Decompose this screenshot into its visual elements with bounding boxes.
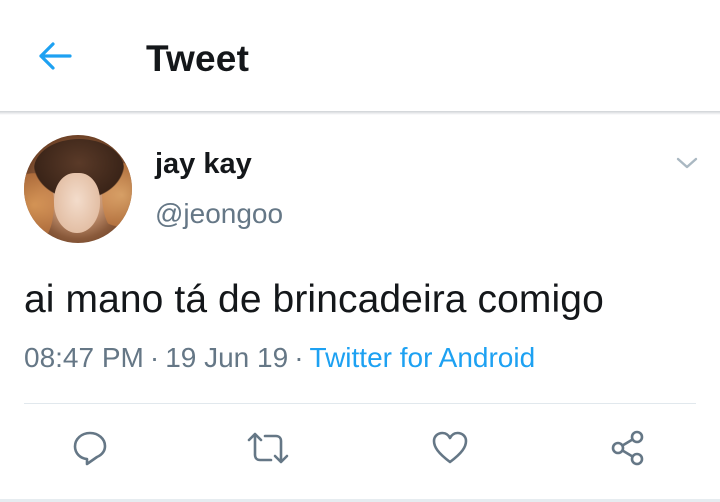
header-shadow [0, 111, 720, 115]
top-app-bar: Tweet [0, 0, 720, 112]
divider [24, 403, 696, 404]
tweet-time: 08:47 PM [24, 342, 144, 373]
tweet-text: ai mano tá de brincadeira comigo [24, 278, 604, 321]
tweet-client-link[interactable]: Twitter for Android [310, 342, 536, 373]
page-title: Tweet [146, 38, 250, 79]
avatar[interactable] [24, 135, 132, 243]
meta-separator: · [294, 342, 304, 373]
reply-button[interactable] [68, 428, 112, 472]
tweet-date: 19 Jun 19 [165, 342, 289, 373]
author-display-name[interactable]: jay kay [155, 148, 252, 181]
author-handle[interactable]: @jeongoo [155, 198, 283, 230]
reply-icon [70, 428, 110, 473]
heart-icon [430, 428, 470, 473]
tweet-meta: 08:47 PM · 19 Jun 19 · Twitter for Android [24, 342, 535, 374]
back-button[interactable] [30, 36, 80, 80]
retweet-button[interactable] [246, 428, 290, 472]
tweet-actions-bar [0, 420, 720, 480]
like-button[interactable] [428, 428, 472, 472]
chevron-down-icon [676, 156, 698, 175]
meta-separator: · [149, 342, 160, 373]
arrow-left-icon [37, 41, 73, 76]
share-icon [608, 428, 648, 473]
share-button[interactable] [606, 428, 650, 472]
tweet-menu-button[interactable] [672, 152, 702, 178]
retweet-icon [245, 428, 291, 473]
